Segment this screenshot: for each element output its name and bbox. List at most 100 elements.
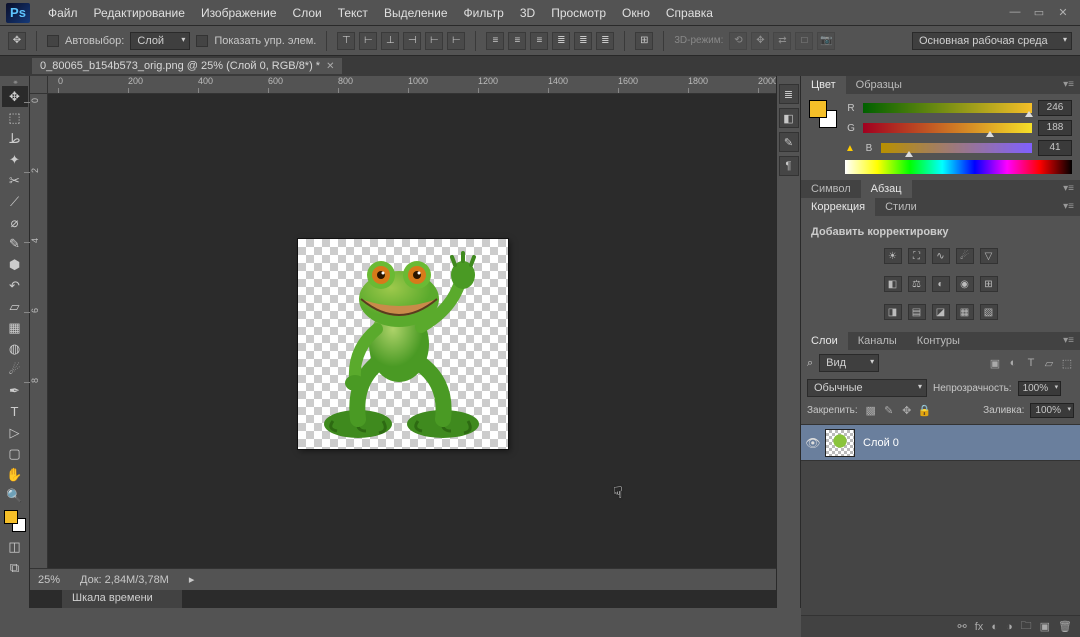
close-x-icon[interactable]: ✕ bbox=[326, 61, 334, 72]
move-tool-indicator-icon[interactable]: ✥ bbox=[8, 32, 26, 50]
3d-camera-icon[interactable]: 📷 bbox=[817, 32, 835, 50]
ruler-vertical[interactable]: 0 2 4 6 8 bbox=[30, 94, 48, 568]
type-tool-icon[interactable]: T bbox=[2, 401, 28, 422]
menu-help[interactable]: Справка bbox=[658, 2, 721, 24]
3d-move-icon[interactable]: ⇄ bbox=[773, 32, 791, 50]
menu-window[interactable]: Окно bbox=[614, 2, 658, 24]
new-layer-icon[interactable]: ▣ bbox=[1040, 620, 1050, 633]
tab-swatches[interactable]: Образцы bbox=[846, 76, 912, 94]
adj-brightness-icon[interactable]: ☀ bbox=[884, 248, 902, 264]
filter-smart-icon[interactable]: ⬚ bbox=[1060, 356, 1074, 370]
marquee-tool-icon[interactable]: ⬚ bbox=[2, 107, 28, 128]
autoselect-target-dropdown[interactable]: Слой bbox=[130, 32, 190, 50]
align-vcenter-icon[interactable]: ⊢ bbox=[359, 32, 377, 50]
dodge-tool-icon[interactable]: ☄ bbox=[2, 359, 28, 380]
b-value[interactable]: 41 bbox=[1038, 140, 1072, 156]
dist-left-icon[interactable]: ≣ bbox=[552, 32, 570, 50]
quickmask-tool-icon[interactable]: ◫ bbox=[2, 536, 28, 557]
opacity-input[interactable]: 100% bbox=[1018, 381, 1062, 396]
screenmode-tool-icon[interactable]: ⧉ bbox=[2, 557, 28, 578]
lasso-tool-icon[interactable]: ط bbox=[2, 128, 28, 149]
menu-text[interactable]: Текст bbox=[330, 2, 376, 24]
adj-levels-icon[interactable]: ⛶ bbox=[908, 248, 926, 264]
workspace-dropdown[interactable]: Основная рабочая среда bbox=[912, 32, 1072, 50]
window-restore-icon[interactable]: ▭ bbox=[1032, 6, 1046, 19]
eyedropper-tool-icon[interactable]: ⟋ bbox=[2, 191, 28, 212]
window-minimize-icon[interactable]: — bbox=[1008, 6, 1022, 19]
menu-image[interactable]: Изображение bbox=[193, 2, 285, 24]
autoselect-checkbox[interactable] bbox=[47, 35, 59, 47]
adj-hue-icon[interactable]: ◧ bbox=[884, 276, 902, 292]
new-adjustment-icon[interactable]: ◑ bbox=[1006, 621, 1013, 633]
fill-input[interactable]: 100% bbox=[1030, 403, 1074, 418]
align-top-icon[interactable]: ⊤ bbox=[337, 32, 355, 50]
adj-channelmixer-icon[interactable]: ⊞ bbox=[980, 276, 998, 292]
path-select-tool-icon[interactable]: ▷ bbox=[2, 422, 28, 443]
dist-top-icon[interactable]: ≡ bbox=[486, 32, 504, 50]
zoom-level[interactable]: 25% bbox=[38, 574, 60, 586]
blur-tool-icon[interactable]: ◍ bbox=[2, 338, 28, 359]
magic-wand-tool-icon[interactable]: ✦ bbox=[2, 149, 28, 170]
b-slider[interactable] bbox=[881, 143, 1032, 153]
dist-vcenter-icon[interactable]: ≡ bbox=[508, 32, 526, 50]
color-swatches[interactable] bbox=[4, 510, 26, 532]
r-value[interactable]: 246 bbox=[1038, 100, 1072, 116]
layer-thumbnail[interactable] bbox=[825, 429, 855, 457]
g-value[interactable]: 188 bbox=[1038, 120, 1072, 136]
tab-layers[interactable]: Слои bbox=[801, 332, 848, 350]
history-brush-tool-icon[interactable]: ↶ bbox=[2, 275, 28, 296]
artboard[interactable] bbox=[298, 239, 508, 449]
r-slider[interactable] bbox=[863, 103, 1032, 113]
filter-adjust-icon[interactable]: ◐ bbox=[1006, 356, 1020, 370]
lock-pixels-icon[interactable]: ✎ bbox=[882, 404, 896, 417]
adj-curves-icon[interactable]: ∿ bbox=[932, 248, 950, 264]
ruler-horizontal[interactable]: 0 200 400 600 800 1000 1200 1400 1600 18… bbox=[30, 76, 776, 94]
dist-right-icon[interactable]: ≣ bbox=[596, 32, 614, 50]
crop-tool-icon[interactable]: ✂ bbox=[2, 170, 28, 191]
adj-threshold-icon[interactable]: ◪ bbox=[932, 304, 950, 320]
3d-scale-icon[interactable]: □ bbox=[795, 32, 813, 50]
brush-tool-icon[interactable]: ✎ bbox=[2, 233, 28, 254]
menu-edit[interactable]: Редактирование bbox=[86, 2, 193, 24]
tab-styles[interactable]: Стили bbox=[875, 198, 927, 216]
adj-bw-icon[interactable]: ◐ bbox=[932, 276, 950, 292]
pen-tool-icon[interactable]: ✒ bbox=[2, 380, 28, 401]
tab-channels[interactable]: Каналы bbox=[848, 332, 907, 350]
dist-hcenter-icon[interactable]: ≣ bbox=[574, 32, 592, 50]
doc-info[interactable]: Док: 2,84M/3,78M bbox=[80, 574, 169, 586]
clone-stamp-tool-icon[interactable]: ⬢ bbox=[2, 254, 28, 275]
brush-panel-icon[interactable]: ✎ bbox=[779, 132, 799, 152]
align-bottom-icon[interactable]: ⊥ bbox=[381, 32, 399, 50]
adj-posterize-icon[interactable]: ▤ bbox=[908, 304, 926, 320]
new-group-icon[interactable]: 🗀 bbox=[1021, 617, 1032, 636]
history-panel-icon[interactable]: ≣ bbox=[779, 84, 799, 104]
filter-shape-icon[interactable]: ▱ bbox=[1042, 356, 1056, 370]
panel-menu-icon[interactable]: ▾≡ bbox=[1057, 76, 1080, 94]
shape-tool-icon[interactable]: ▢ bbox=[2, 443, 28, 464]
tab-paragraph[interactable]: Абзац bbox=[861, 180, 912, 198]
layer-mask-icon[interactable]: ◐ bbox=[991, 621, 998, 633]
toolbox-collapse-icon[interactable] bbox=[0, 78, 29, 86]
adj-photofilter-icon[interactable]: ◉ bbox=[956, 276, 974, 292]
move-tool-icon[interactable]: ✥ bbox=[2, 86, 28, 107]
tab-color[interactable]: Цвет bbox=[801, 76, 846, 94]
menu-select[interactable]: Выделение bbox=[376, 2, 456, 24]
align-left-icon[interactable]: ⊣ bbox=[403, 32, 421, 50]
dist-bottom-icon[interactable]: ≡ bbox=[530, 32, 548, 50]
adj-exposure-icon[interactable]: ☄ bbox=[956, 248, 974, 264]
lock-position-icon[interactable]: ✥ bbox=[900, 404, 914, 417]
3d-pan-icon[interactable]: ✥ bbox=[751, 32, 769, 50]
layer-visibility-icon[interactable]: 👁 bbox=[801, 436, 825, 450]
align-hcenter-icon[interactable]: ⊢ bbox=[425, 32, 443, 50]
zoom-tool-icon[interactable]: 🔍 bbox=[2, 485, 28, 506]
menu-layers[interactable]: Слои bbox=[285, 2, 330, 24]
menu-filter[interactable]: Фильтр bbox=[456, 2, 512, 24]
3d-orbit-icon[interactable]: ⟲ bbox=[729, 32, 747, 50]
adj-invert-icon[interactable]: ◨ bbox=[884, 304, 902, 320]
status-arrow-icon[interactable]: ▸ bbox=[189, 573, 195, 586]
document-tab[interactable]: 0_80065_b154b573_orig.png @ 25% (Слой 0,… bbox=[32, 58, 342, 74]
align-right-icon[interactable]: ⊢ bbox=[447, 32, 465, 50]
lock-all-icon[interactable]: 🔒 bbox=[918, 404, 932, 417]
tab-paths[interactable]: Контуры bbox=[907, 332, 970, 350]
lock-transparency-icon[interactable]: ▩ bbox=[864, 404, 878, 417]
